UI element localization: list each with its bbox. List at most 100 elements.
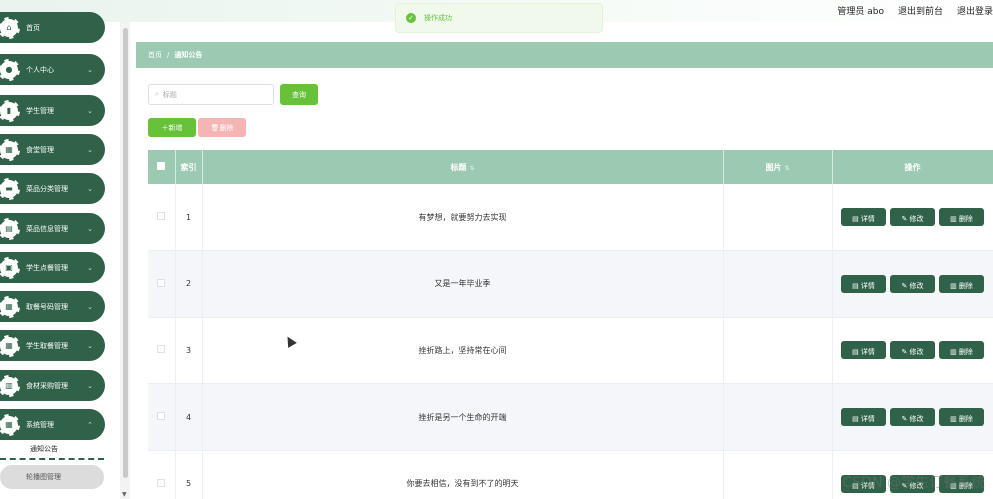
row-checkbox[interactable] [157, 478, 166, 487]
table-row: 2 又是一年毕业季 ▤ 详情 ✎ 修改 ▥ 删除 [148, 250, 993, 318]
back-to-front-link[interactable]: 退出到前台 [898, 4, 943, 17]
detail-icon: ▤ [852, 348, 861, 357]
row-checkbox[interactable] [157, 345, 166, 354]
scroll-down-arrow-icon[interactable]: ▼ [122, 491, 127, 498]
edit-icon: ✎ [901, 415, 910, 424]
sidebar-item-orders[interactable]: ▣ 学生点餐管理 ⌄ [0, 252, 105, 283]
edit-button[interactable]: ✎ 修改 [890, 274, 935, 293]
trash-icon: ▥ [950, 281, 959, 290]
table-header-row: 索引 标题 ⇅ 图片 ⇅ 操作 [148, 150, 993, 184]
sidebar-subitem-carousel[interactable]: 轮播图管理 [0, 465, 104, 489]
trash-icon: ▥ [0, 374, 20, 397]
batch-delete-button[interactable]: 🗑 删除 [198, 118, 246, 137]
search-button[interactable]: 查询 [280, 84, 318, 105]
row-actions: ▤ 详情 ✎ 修改 ▥ 删除 [832, 250, 993, 318]
detail-label: 详情 [860, 281, 875, 290]
breadcrumb-home[interactable]: 首页 [148, 50, 162, 60]
sidebar-scrollbar-thumb[interactable] [123, 28, 128, 478]
chevron-down-icon: ⌄ [87, 65, 93, 74]
folder-icon: ▬ [0, 177, 20, 200]
edit-icon: ✎ [901, 348, 910, 357]
chevron-down-icon: ⌄ [87, 302, 93, 311]
select-all-cell[interactable] [148, 150, 176, 184]
sort-icon[interactable]: ⇅ [784, 165, 789, 172]
sidebar-item-label: 系统管理 [26, 420, 54, 429]
sidebar-subitem-notice[interactable]: 通知公告 [30, 444, 58, 454]
row-index: 5 [175, 450, 203, 499]
sidebar-item-label: 取餐号码管理 [26, 302, 68, 311]
delete-button[interactable]: ▥ 删除 [939, 341, 984, 360]
sidebar: ⌂ 首页 ● 个人中心 ⌄ ▮ 学生管理 ⌄ ▦ 食堂管理 ⌄ ▬ 菜品分类管理… [0, 12, 118, 499]
edit-button[interactable]: ✎ 修改 [890, 408, 935, 427]
detail-button[interactable]: ▤ 详情 [841, 408, 886, 427]
row-checkbox[interactable] [157, 412, 166, 421]
detail-button[interactable]: ▤ 详情 [841, 208, 886, 227]
sidebar-item-label: 食材采购管理 [26, 381, 68, 390]
toast-message: 操作成功 [424, 14, 452, 22]
sidebar-item-label: 菜品信息管理 [26, 224, 68, 233]
table-row: 1 有梦想，就要努力去实现 ▤ 详情 ✎ 修改 ▥ 删除 [148, 184, 993, 252]
chevron-down-icon: ⌄ [87, 263, 93, 272]
sidebar-item-purchasing[interactable]: ▥ 食材采购管理 ⌄ [0, 370, 105, 401]
sidebar-item-dish-category[interactable]: ▬ 菜品分类管理 ⌄ [0, 173, 105, 204]
search-icon: ⌕ [155, 90, 159, 98]
row-select-cell[interactable] [148, 184, 176, 252]
sidebar-item-pickup-number[interactable]: ▦ 取餐号码管理 ⌄ [0, 291, 105, 322]
select-all-checkbox[interactable] [157, 162, 166, 170]
column-header-title[interactable]: 标题 ⇅ [202, 150, 724, 184]
row-title: 你要去相信，没有到不了的明天 [202, 450, 724, 499]
chevron-down-icon: ⌄ [87, 184, 93, 193]
row-select-cell[interactable] [148, 250, 176, 318]
delete-button[interactable]: ▥ 删除 [939, 408, 984, 427]
briefcase-icon: ▣ [0, 256, 20, 279]
column-header-image[interactable]: 图片 ⇅ [723, 150, 833, 184]
edit-button[interactable]: ✎ 修改 [890, 341, 935, 360]
row-checkbox[interactable] [157, 212, 166, 221]
sidebar-item-home[interactable]: ⌂ 首页 [0, 12, 105, 43]
sidebar-item-system[interactable]: ▦ 系统管理 ⌃ [0, 409, 105, 440]
add-button[interactable]: ＋ 新增 [148, 118, 196, 137]
sidebar-item-personal[interactable]: ● 个人中心 ⌄ [0, 54, 105, 85]
breadcrumb-separator: / [167, 51, 170, 59]
sidebar-item-dish-info[interactable]: ▤ 菜品信息管理 ⌄ [0, 213, 105, 244]
detail-label: 详情 [860, 348, 875, 357]
breadcrumb-current: 通知公告 [174, 51, 203, 59]
grid-icon: ▦ [0, 138, 20, 161]
row-select-cell[interactable] [148, 450, 176, 499]
row-title: 有梦想，就要努力去实现 [202, 184, 724, 252]
sidebar-item-canteen[interactable]: ▦ 食堂管理 ⌄ [0, 134, 105, 165]
main-content: 首页 / 通知公告 ⌕ 标题 查询 ＋ 新增 🗑 删除 索引 标题 ⇅ 图片 ⇅ 操… [136, 22, 993, 499]
search-title-input[interactable]: ⌕ 标题 [148, 84, 274, 105]
sidebar-item-students[interactable]: ▮ 学生管理 ⌄ [0, 95, 105, 126]
sidebar-divider [0, 458, 104, 460]
breadcrumb: 首页 / 通知公告 [136, 42, 993, 68]
logout-link[interactable]: 退出登录 [957, 4, 993, 17]
row-image [723, 450, 833, 499]
edit-label: 修改 [909, 415, 924, 424]
row-image [723, 184, 833, 252]
sidebar-item-pickup[interactable]: ▦ 学生取餐管理 ⌄ [0, 330, 105, 361]
sidebar-item-label: 个人中心 [26, 65, 54, 74]
doc-icon: ▤ [0, 217, 20, 240]
row-select-cell[interactable] [148, 317, 176, 385]
row-checkbox[interactable] [157, 278, 166, 287]
chevron-up-icon: ⌃ [87, 420, 93, 429]
edit-label: 修改 [909, 348, 924, 357]
sidebar-item-label: 首页 [26, 23, 40, 32]
chart-icon: ▮ [0, 99, 20, 122]
edit-label: 修改 [909, 215, 924, 224]
row-index: 3 [175, 317, 203, 385]
delete-button[interactable]: ▥ 删除 [939, 274, 984, 293]
search-placeholder: 标题 [162, 90, 177, 99]
delete-label: 删除 [958, 348, 973, 357]
delete-button[interactable]: ▥ 删除 [939, 208, 984, 227]
row-select-cell[interactable] [148, 383, 176, 451]
detail-label: 详情 [860, 215, 875, 224]
notice-table: 索引 标题 ⇅ 图片 ⇅ 操作 1 有梦想，就要努力去实现 ▤ 详情 ✎ 修改 ▥ 删除… [148, 150, 993, 499]
detail-button[interactable]: ▤ 详情 [841, 341, 886, 360]
column-header-index: 索引 [175, 150, 203, 184]
edit-button[interactable]: ✎ 修改 [890, 208, 935, 227]
sort-icon[interactable]: ⇅ [469, 165, 474, 172]
sidebar-item-label: 学生点餐管理 [26, 263, 68, 272]
detail-button[interactable]: ▤ 详情 [841, 274, 886, 293]
